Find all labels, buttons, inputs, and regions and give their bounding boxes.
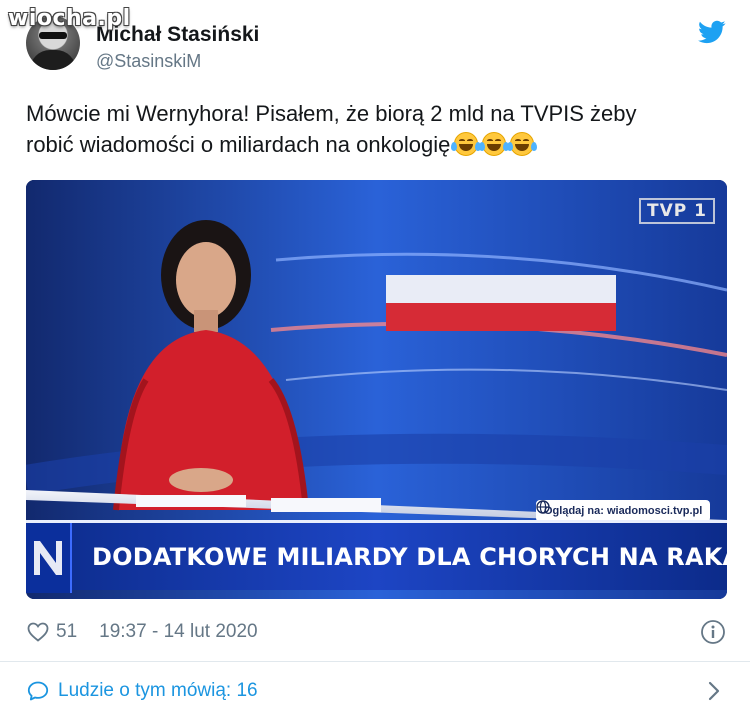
heart-icon[interactable] — [26, 620, 50, 644]
tweet-header: Michał Stasiński @StasinskiM — [26, 16, 726, 78]
watermark: wiocha.pl — [8, 6, 131, 31]
globe-icon — [536, 500, 550, 514]
info-icon[interactable] — [700, 619, 726, 645]
chevron-right-icon[interactable] — [706, 679, 722, 703]
website-badge-text: Oglądaj na: wiadomosci.tvp.pl — [544, 505, 703, 517]
tweet-meta: 51 19:37 - 14 lut 2020 — [26, 619, 726, 645]
tweet-text-line-1: Mówcie mi Wernyhora! Pisałem, że biorą 2… — [26, 101, 637, 126]
face-with-tears-of-joy-icon — [451, 132, 482, 156]
website-badge: Oglądaj na: wiadomosci.tvp.pl — [536, 500, 711, 522]
people-talking-label[interactable]: Ludzie o tym mówią: 16 — [58, 680, 258, 702]
divider — [0, 661, 750, 662]
face-with-tears-of-joy-icon — [479, 132, 510, 156]
like-count[interactable]: 51 — [56, 621, 77, 643]
chat-bubble-icon — [27, 681, 49, 701]
news-headline: DODATKOWE MILIARDY DLA CHORYCH NA RAKA — [92, 543, 727, 571]
tweet-text-line-2: robić wiadomości o miliardach na onkolog… — [26, 132, 451, 157]
author-handle[interactable]: @StasinskiM — [96, 51, 201, 72]
channel-logo: TVP 1 — [639, 198, 715, 224]
twitter-bird-icon[interactable] — [698, 18, 726, 46]
conversation-link[interactable]: Ludzie o tym mówią: 16 — [26, 677, 726, 705]
news-program-logo — [26, 523, 72, 593]
tweet-media-image[interactable]: TVP 1 Oglądaj na: wiadomosci.tvp.pl DODA… — [26, 180, 727, 599]
tweet-text: Mówcie mi Wernyhora! Pisałem, że biorą 2… — [26, 98, 716, 160]
face-with-tears-of-joy-icon — [507, 132, 538, 156]
news-headline-bar: DODATKOWE MILIARDY DLA CHORYCH NA RAKA — [26, 520, 727, 593]
tweet-timestamp[interactable]: 19:37 - 14 lut 2020 — [99, 621, 257, 643]
